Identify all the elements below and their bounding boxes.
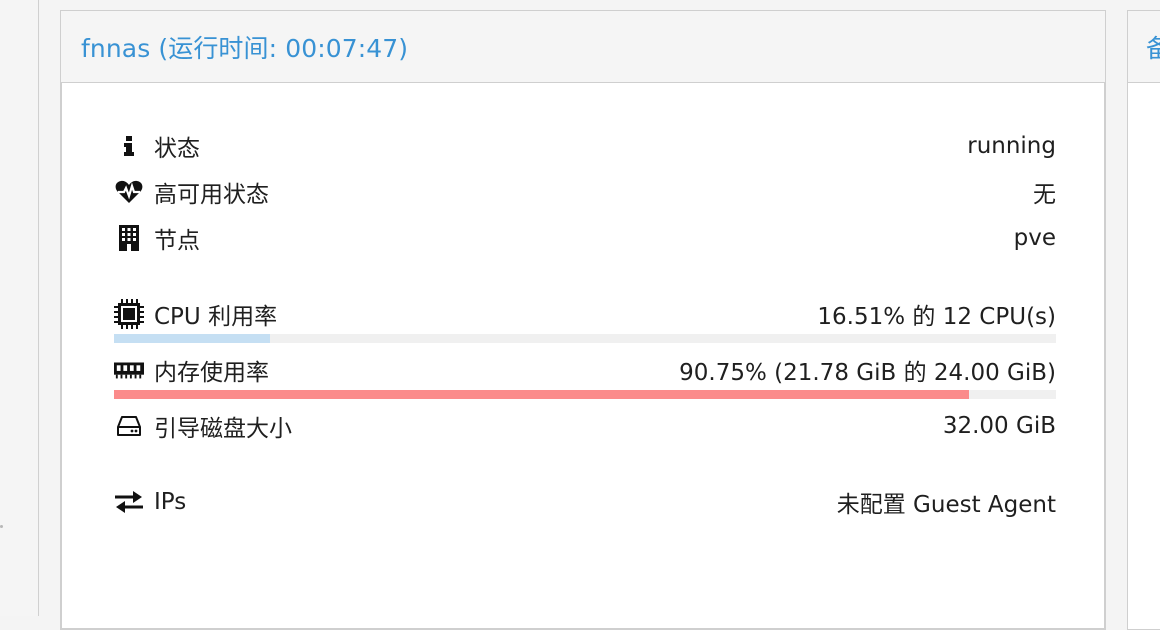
memory-row: 内存使用率 90.75% (21.78 GiB 的 24.00 GiB) <box>114 353 1056 387</box>
memory-label: 内存使用率 <box>154 360 269 386</box>
neighbor-panel: 备 <box>1127 10 1160 630</box>
exchange-arrows-icon <box>114 489 144 515</box>
memory-icon <box>114 357 144 383</box>
cpu-row: CPU 利用率 16.51% 的 12 CPU(s) <box>114 297 1056 331</box>
panel-body: 状态 running 高可用状态 无 节点 pve CPU 利用率 16.51%… <box>61 83 1105 629</box>
cpu-label: CPU 利用率 <box>154 304 278 330</box>
gutter-dot <box>0 525 3 528</box>
boot-disk-row: 引导磁盘大小 32.00 GiB <box>114 409 1056 443</box>
status-label: 状态 <box>154 136 200 162</box>
boot-disk-label: 引导磁盘大小 <box>154 416 292 442</box>
node-value: pve <box>1013 225 1056 251</box>
ha-status-value: 无 <box>1033 182 1056 208</box>
cpu-chip-icon <box>114 299 144 329</box>
status-row: 状态 running <box>114 129 1056 163</box>
memory-usage-fill <box>114 390 969 399</box>
cpu-usage-fill <box>114 334 270 343</box>
memory-value: 90.75% (21.78 GiB 的 24.00 GiB) <box>679 360 1056 386</box>
neighbor-panel-title: 备 <box>1146 29 1160 65</box>
heartbeat-icon <box>114 179 144 205</box>
ha-status-row: 高可用状态 无 <box>114 175 1056 209</box>
cpu-value: 16.51% 的 12 CPU(s) <box>817 304 1056 330</box>
hard-drive-icon <box>114 413 144 439</box>
ips-label: IPs <box>154 489 187 515</box>
node-label: 节点 <box>154 228 200 254</box>
node-row: 节点 pve <box>114 221 1056 255</box>
ips-value: 未配置 Guest Agent <box>836 492 1056 518</box>
panel-header: fnnas (运行时间: 00:07:47) <box>61 11 1105 83</box>
memory-usage-bar <box>114 390 1056 399</box>
info-icon <box>114 133 144 159</box>
boot-disk-value: 32.00 GiB <box>942 413 1056 439</box>
ips-row: IPs 未配置 Guest Agent <box>114 485 1056 519</box>
building-icon <box>114 225 144 251</box>
neighbor-panel-header: 备 <box>1128 11 1160 83</box>
status-value: running <box>967 133 1056 159</box>
cpu-usage-bar <box>114 334 1056 343</box>
panel-title: fnnas (运行时间: 00:07:47) <box>81 33 409 63</box>
vm-status-panel: fnnas (运行时间: 00:07:47) 状态 running 高可用状态 … <box>60 10 1106 630</box>
ha-status-label: 高可用状态 <box>154 182 269 208</box>
left-gutter <box>0 0 39 616</box>
